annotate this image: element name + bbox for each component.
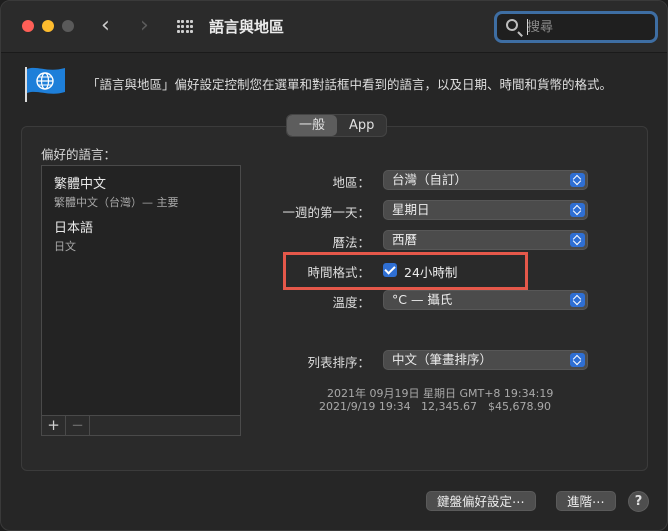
temperature-value: °C — 攝氏 (392, 292, 453, 307)
list-sort-label: 列表排序： (307, 355, 370, 370)
preferred-languages-label: 偏好的語言： (41, 147, 117, 162)
tab-app[interactable]: App (337, 115, 386, 136)
pane-description: 「語言與地區」偏好設定控制您在選單和對話框中看到的語言，以及日期、時間和貨幣的格… (87, 77, 613, 92)
language-subtitle: 日文 (54, 240, 76, 253)
minimize-window-button[interactable] (42, 20, 54, 32)
sample-currency: $45,678.90 (488, 400, 551, 413)
first-day-popup[interactable]: 星期日 (383, 200, 588, 220)
globe-flag-icon (25, 67, 65, 102)
list-sort-popup[interactable]: 中文（筆畫排序） (383, 350, 588, 370)
temperature-label: 溫度： (332, 295, 370, 310)
title-bar: ‹ › 語言與地區 (1, 1, 667, 53)
add-language-button[interactable]: + (42, 416, 66, 435)
region-value: 台灣（自訂） (392, 172, 468, 187)
window-title: 語言與地區 (209, 18, 285, 36)
search-field[interactable] (494, 11, 658, 43)
chevron-right-icon[interactable]: › (140, 13, 149, 39)
sample-date-short: 2021/9/19 19:34 (319, 400, 411, 413)
chevron-up-down-icon (570, 173, 585, 187)
remove-language-button[interactable]: − (66, 416, 90, 435)
calendar-value: 西曆 (392, 232, 418, 247)
text-caret (527, 19, 528, 35)
list-item[interactable]: 日本語 日文 (54, 217, 93, 254)
time-format-24h-checkbox[interactable] (383, 263, 397, 277)
help-button[interactable]: ? (628, 491, 649, 512)
calendar-label: 曆法： (332, 235, 370, 250)
chevron-up-down-icon (570, 353, 585, 367)
preferences-window: ‹ › 語言與地區 「語言與地區」偏好設定控制您在選單和對話框中看到的語言，以及… (0, 0, 668, 531)
time-format-label: 時間格式： (307, 265, 370, 280)
calendar-popup[interactable]: 西曆 (383, 230, 588, 250)
tab-general[interactable]: 一般 (287, 115, 338, 136)
region-label: 地區： (332, 175, 370, 190)
zoom-window-button[interactable] (62, 20, 74, 32)
grid-icon[interactable] (177, 20, 194, 34)
list-sort-value: 中文（筆畫排序） (392, 352, 493, 367)
chevron-up-down-icon (570, 233, 585, 247)
sample-number: 12,345.67 (421, 400, 477, 413)
chevron-up-down-icon (570, 203, 585, 217)
preferred-languages-list[interactable]: 繁體中文 繁體中文（台灣）— 主要 日本語 日文 (41, 165, 241, 416)
tab-bar: 一般 App (286, 114, 388, 137)
temperature-popup[interactable]: °C — 攝氏 (383, 290, 588, 310)
search-input[interactable] (527, 17, 647, 37)
language-subtitle: 繁體中文（台灣）— 主要 (54, 196, 179, 209)
close-window-button[interactable] (22, 20, 34, 32)
first-day-label: 一週的第一天： (282, 205, 370, 220)
time-format-24h-label[interactable]: 24小時制 (404, 262, 457, 281)
language-name: 日本語 (54, 221, 94, 236)
chevron-left-icon[interactable]: ‹ (101, 13, 110, 39)
list-item[interactable]: 繁體中文 繁體中文（台灣）— 主要 (54, 173, 179, 210)
language-name: 繁體中文 (54, 177, 107, 192)
chevron-up-down-icon (570, 293, 585, 307)
first-day-value: 星期日 (392, 202, 430, 217)
list-toolbar: + − (41, 416, 241, 436)
search-icon (506, 19, 518, 31)
advanced-button[interactable]: 進階⋯ (556, 491, 616, 511)
region-popup[interactable]: 台灣（自訂） (383, 170, 588, 190)
keyboard-preferences-button[interactable]: 鍵盤偏好設定⋯ (426, 491, 536, 511)
sample-date-long: 2021年 09月19日 星期日 GMT+8 19:34:19 (327, 387, 554, 400)
